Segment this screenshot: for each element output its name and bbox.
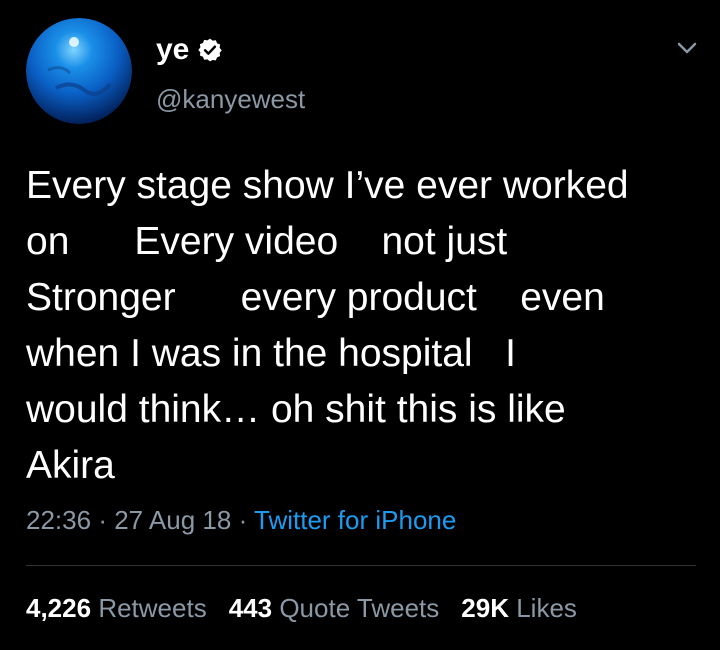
separator: · <box>238 505 248 535</box>
tweet-metadata: 22:36 · 27 Aug 18 · Twitter for iPhone <box>26 500 456 540</box>
quote-tweets-count: 443 <box>228 593 273 623</box>
tweet-text: Every stage show I’ve ever worked on Eve… <box>26 164 629 487</box>
likes-label: Likes <box>516 593 577 623</box>
likes-stat[interactable]: 29K Likes <box>461 593 577 623</box>
tweet-source-link[interactable]: Twitter for iPhone <box>254 505 456 535</box>
tweet-date[interactable]: 27 Aug 18 <box>114 505 231 535</box>
quote-tweets-label: Quote Tweets <box>279 593 440 623</box>
chevron-down-icon[interactable] <box>672 36 702 60</box>
handle[interactable]: @kanyewest <box>156 82 305 116</box>
quote-tweets-stat[interactable]: 443 Quote Tweets <box>229 593 440 623</box>
tweet-time[interactable]: 22:36 <box>26 505 91 535</box>
verified-badge-icon <box>197 37 223 63</box>
display-name[interactable]: ye <box>156 30 189 70</box>
author-name-row: ye <box>156 30 223 70</box>
retweets-count: 4,226 <box>26 593 92 623</box>
separator: · <box>98 505 107 535</box>
engagement-stats: 4,226 Retweets 443 Quote Tweets 29K Likes <box>26 588 577 628</box>
retweets-label: Retweets <box>98 593 207 623</box>
avatar[interactable] <box>26 18 132 124</box>
likes-count: 29K <box>461 593 509 623</box>
retweets-stat[interactable]: 4,226 Retweets <box>26 593 207 623</box>
divider <box>26 565 696 566</box>
